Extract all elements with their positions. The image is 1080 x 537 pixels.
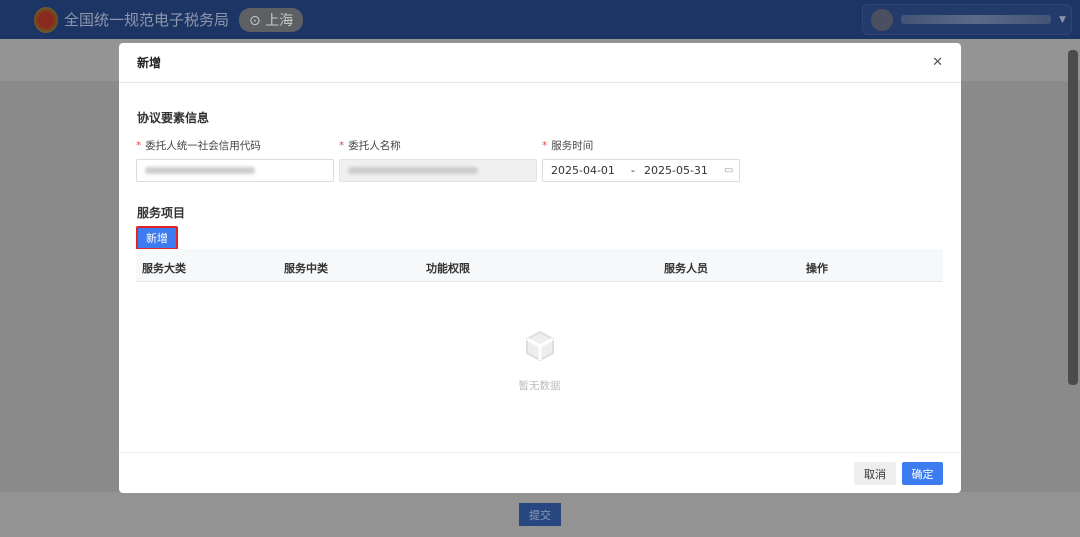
cancel-button[interactable]: 取消	[854, 462, 896, 485]
site-title: 全国统一规范电子税务局	[64, 11, 230, 29]
client-name-input	[339, 159, 537, 182]
empty-box-icon	[525, 330, 554, 362]
dialog-footer: 取消 确定	[119, 452, 961, 493]
region-selector[interactable]: ⊙ 上海	[239, 7, 304, 32]
credit-code-field: * 委托人统一社会信用代码	[136, 138, 334, 182]
service-time-field: * 服务时间 2025-04-01 - 2025-05-31 ▭	[542, 138, 740, 182]
user-menu[interactable]: ▼	[862, 4, 1072, 35]
calendar-icon: ▭	[724, 165, 734, 176]
credit-code-label: 委托人统一社会信用代码	[145, 140, 261, 152]
add-dialog: 新增 ✕ 协议要素信息 * 委托人统一社会信用代码 * 委托人名称 * 服务时间 20…	[119, 43, 961, 493]
date-separator: -	[631, 164, 635, 177]
dialog-title: 新增	[119, 43, 961, 83]
add-service-item-button[interactable]: 新增	[136, 226, 178, 250]
column-header: 功能权限	[426, 262, 470, 275]
table-header: 服务大类 服务中类 功能权限 服务人员 操作	[136, 249, 943, 282]
region-label: 上海	[265, 12, 294, 29]
column-header: 服务中类	[284, 262, 328, 275]
avatar	[871, 8, 893, 31]
scrollbar[interactable]	[1068, 50, 1078, 385]
tax-emblem-logo	[34, 6, 58, 33]
column-header: 服务大类	[142, 262, 186, 275]
close-icon[interactable]: ✕	[932, 55, 943, 70]
submit-button[interactable]: 提交	[519, 503, 561, 526]
service-time-label: 服务时间	[551, 140, 594, 152]
section-title-agreement: 协议要素信息	[137, 111, 210, 125]
client-name-field: * 委托人名称	[339, 138, 537, 182]
start-date[interactable]: 2025-04-01	[551, 164, 631, 177]
credit-code-input[interactable]	[136, 159, 334, 182]
top-header: 全国统一规范电子税务局 ⊙ 上海 ▼	[0, 0, 1080, 39]
date-range-picker[interactable]: 2025-04-01 - 2025-05-31 ▭	[542, 159, 740, 182]
location-pin-icon: ⊙	[249, 12, 266, 29]
column-header: 操作	[806, 262, 828, 275]
user-name-redacted	[901, 15, 1051, 24]
confirm-button[interactable]: 确定	[902, 462, 943, 485]
end-date[interactable]: 2025-05-31	[644, 164, 724, 177]
empty-text: 暂无数据	[518, 380, 561, 392]
section-title-service-items: 服务项目	[137, 206, 186, 220]
client-name-label: 委托人名称	[348, 140, 401, 152]
column-header: 服务人员	[664, 262, 708, 275]
service-items-table: 服务大类 服务中类 功能权限 服务人员 操作 暂无数据	[136, 249, 943, 392]
chevron-down-icon: ▼	[1059, 14, 1066, 25]
empty-state: 暂无数据	[136, 329, 943, 393]
